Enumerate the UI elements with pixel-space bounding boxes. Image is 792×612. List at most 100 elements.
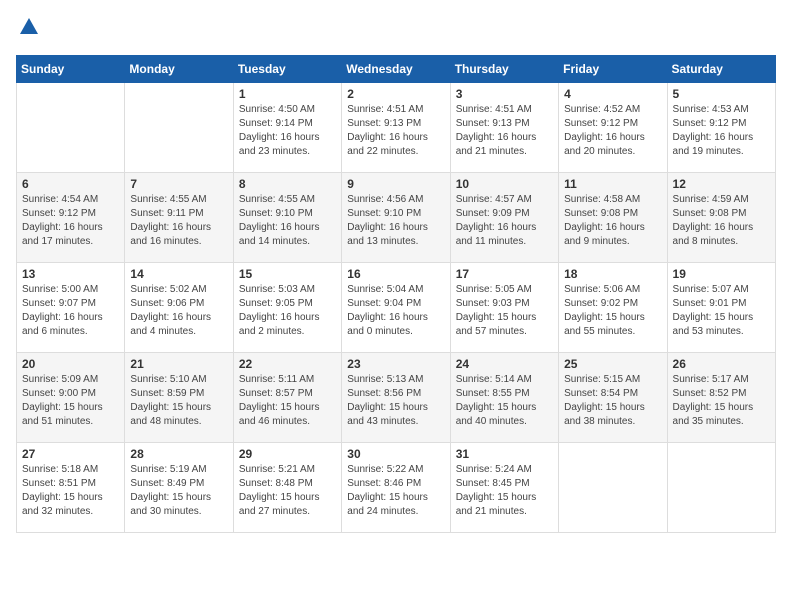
day-info: Sunrise: 5:05 AM Sunset: 9:03 PM Dayligh…	[456, 283, 553, 339]
day-info: Sunrise: 5:11 AM Sunset: 8:57 PM Dayligh…	[239, 373, 336, 429]
calendar-cell: 15 Sunrise: 5:03 AM Sunset: 9:05 PM Dayli…	[233, 263, 341, 353]
calendar-cell: 8 Sunrise: 4:55 AM Sunset: 9:10 PM Daylig…	[233, 173, 341, 263]
calendar-cell: 26 Sunrise: 5:17 AM Sunset: 8:52 PM Dayli…	[667, 353, 775, 443]
day-info: Sunrise: 4:52 AM Sunset: 9:12 PM Dayligh…	[564, 103, 661, 159]
day-number: 27	[22, 447, 119, 461]
day-number: 29	[239, 447, 336, 461]
day-number: 20	[22, 357, 119, 371]
day-info: Sunrise: 5:09 AM Sunset: 9:00 PM Dayligh…	[22, 373, 119, 429]
weekday-header-tuesday: Tuesday	[233, 56, 341, 83]
day-info: Sunrise: 5:06 AM Sunset: 9:02 PM Dayligh…	[564, 283, 661, 339]
day-info: Sunrise: 5:15 AM Sunset: 8:54 PM Dayligh…	[564, 373, 661, 429]
calendar-cell: 25 Sunrise: 5:15 AM Sunset: 8:54 PM Dayli…	[559, 353, 667, 443]
day-number: 6	[22, 177, 119, 191]
week-row-3: 20 Sunrise: 5:09 AM Sunset: 9:00 PM Dayli…	[17, 353, 776, 443]
day-info: Sunrise: 5:00 AM Sunset: 9:07 PM Dayligh…	[22, 283, 119, 339]
day-info: Sunrise: 4:58 AM Sunset: 9:08 PM Dayligh…	[564, 193, 661, 249]
calendar-cell: 7 Sunrise: 4:55 AM Sunset: 9:11 PM Daylig…	[125, 173, 233, 263]
calendar-cell	[17, 83, 125, 173]
day-info: Sunrise: 5:03 AM Sunset: 9:05 PM Dayligh…	[239, 283, 336, 339]
calendar-cell: 12 Sunrise: 4:59 AM Sunset: 9:08 PM Dayli…	[667, 173, 775, 263]
calendar-cell: 4 Sunrise: 4:52 AM Sunset: 9:12 PM Daylig…	[559, 83, 667, 173]
calendar-cell: 19 Sunrise: 5:07 AM Sunset: 9:01 PM Dayli…	[667, 263, 775, 353]
calendar-cell: 13 Sunrise: 5:00 AM Sunset: 9:07 PM Dayli…	[17, 263, 125, 353]
weekday-header-wednesday: Wednesday	[342, 56, 450, 83]
day-number: 1	[239, 87, 336, 101]
calendar-cell: 6 Sunrise: 4:54 AM Sunset: 9:12 PM Daylig…	[17, 173, 125, 263]
calendar-cell: 23 Sunrise: 5:13 AM Sunset: 8:56 PM Dayli…	[342, 353, 450, 443]
day-number: 23	[347, 357, 444, 371]
calendar-table: SundayMondayTuesdayWednesdayThursdayFrid…	[16, 55, 776, 533]
day-info: Sunrise: 5:21 AM Sunset: 8:48 PM Dayligh…	[239, 463, 336, 519]
weekday-header-row: SundayMondayTuesdayWednesdayThursdayFrid…	[17, 56, 776, 83]
calendar-cell: 20 Sunrise: 5:09 AM Sunset: 9:00 PM Dayli…	[17, 353, 125, 443]
day-number: 18	[564, 267, 661, 281]
day-number: 12	[673, 177, 770, 191]
calendar-cell: 11Sunrise: 4:58 AM Sunset: 9:08 PM Dayli…	[559, 173, 667, 263]
weekday-header-monday: Monday	[125, 56, 233, 83]
day-number: 8	[239, 177, 336, 191]
calendar-cell: 16Sunrise: 5:04 AM Sunset: 9:04 PM Dayli…	[342, 263, 450, 353]
weekday-header-sunday: Sunday	[17, 56, 125, 83]
day-number: 31	[456, 447, 553, 461]
calendar-cell	[125, 83, 233, 173]
day-info: Sunrise: 5:13 AM Sunset: 8:56 PM Dayligh…	[347, 373, 444, 429]
day-info: Sunrise: 5:19 AM Sunset: 8:49 PM Dayligh…	[130, 463, 227, 519]
header	[16, 16, 776, 43]
weekday-header-saturday: Saturday	[667, 56, 775, 83]
weekday-header-thursday: Thursday	[450, 56, 558, 83]
day-info: Sunrise: 5:18 AM Sunset: 8:51 PM Dayligh…	[22, 463, 119, 519]
day-number: 2	[347, 87, 444, 101]
calendar-cell: 2 Sunrise: 4:51 AM Sunset: 9:13 PM Daylig…	[342, 83, 450, 173]
day-number: 4	[564, 87, 661, 101]
day-number: 24	[456, 357, 553, 371]
day-number: 13	[22, 267, 119, 281]
day-number: 21	[130, 357, 227, 371]
day-number: 5	[673, 87, 770, 101]
day-number: 26	[673, 357, 770, 371]
day-info: Sunrise: 5:14 AM Sunset: 8:55 PM Dayligh…	[456, 373, 553, 429]
day-number: 19	[673, 267, 770, 281]
calendar-cell: 30Sunrise: 5:22 AM Sunset: 8:46 PM Dayli…	[342, 443, 450, 533]
logo-text	[16, 16, 40, 43]
day-info: Sunrise: 4:55 AM Sunset: 9:10 PM Dayligh…	[239, 193, 336, 249]
calendar-cell: 5 Sunrise: 4:53 AM Sunset: 9:12 PM Daylig…	[667, 83, 775, 173]
calendar-cell: 31 Sunrise: 5:24 AM Sunset: 8:45 PM Dayli…	[450, 443, 558, 533]
calendar-cell: 3 Sunrise: 4:51 AM Sunset: 9:13 PM Daylig…	[450, 83, 558, 173]
day-number: 14	[130, 267, 227, 281]
calendar-cell: 1 Sunrise: 4:50 AM Sunset: 9:14 PM Daylig…	[233, 83, 341, 173]
day-number: 3	[456, 87, 553, 101]
day-info: Sunrise: 4:51 AM Sunset: 9:13 PM Dayligh…	[456, 103, 553, 159]
day-number: 7	[130, 177, 227, 191]
day-number: 15	[239, 267, 336, 281]
day-info: Sunrise: 4:51 AM Sunset: 9:13 PM Dayligh…	[347, 103, 444, 159]
day-info: Sunrise: 4:56 AM Sunset: 9:10 PM Dayligh…	[347, 193, 444, 249]
day-info: Sunrise: 5:07 AM Sunset: 9:01 PM Dayligh…	[673, 283, 770, 339]
week-row-1: 6 Sunrise: 4:54 AM Sunset: 9:12 PM Daylig…	[17, 173, 776, 263]
day-info: Sunrise: 4:55 AM Sunset: 9:11 PM Dayligh…	[130, 193, 227, 249]
day-info: Sunrise: 5:24 AM Sunset: 8:45 PM Dayligh…	[456, 463, 553, 519]
day-number: 22	[239, 357, 336, 371]
calendar-cell: 21 Sunrise: 5:10 AM Sunset: 8:59 PM Dayli…	[125, 353, 233, 443]
calendar-cell: 22 Sunrise: 5:11 AM Sunset: 8:57 PM Dayli…	[233, 353, 341, 443]
day-info: Sunrise: 5:10 AM Sunset: 8:59 PM Dayligh…	[130, 373, 227, 429]
day-info: Sunrise: 4:53 AM Sunset: 9:12 PM Dayligh…	[673, 103, 770, 159]
day-info: Sunrise: 4:54 AM Sunset: 9:12 PM Dayligh…	[22, 193, 119, 249]
day-number: 9	[347, 177, 444, 191]
calendar-cell: 27 Sunrise: 5:18 AM Sunset: 8:51 PM Dayli…	[17, 443, 125, 533]
day-info: Sunrise: 4:57 AM Sunset: 9:09 PM Dayligh…	[456, 193, 553, 249]
day-info: Sunrise: 5:17 AM Sunset: 8:52 PM Dayligh…	[673, 373, 770, 429]
day-number: 17	[456, 267, 553, 281]
day-number: 25	[564, 357, 661, 371]
week-row-4: 27 Sunrise: 5:18 AM Sunset: 8:51 PM Dayli…	[17, 443, 776, 533]
calendar-cell: 29 Sunrise: 5:21 AM Sunset: 8:48 PM Dayli…	[233, 443, 341, 533]
calendar-cell	[559, 443, 667, 533]
day-number: 16	[347, 267, 444, 281]
calendar-cell: 18 Sunrise: 5:06 AM Sunset: 9:02 PM Dayli…	[559, 263, 667, 353]
day-info: Sunrise: 4:50 AM Sunset: 9:14 PM Dayligh…	[239, 103, 336, 159]
calendar-cell: 9 Sunrise: 4:56 AM Sunset: 9:10 PM Daylig…	[342, 173, 450, 263]
week-row-2: 13 Sunrise: 5:00 AM Sunset: 9:07 PM Dayli…	[17, 263, 776, 353]
calendar-cell: 17 Sunrise: 5:05 AM Sunset: 9:03 PM Dayli…	[450, 263, 558, 353]
day-info: Sunrise: 4:59 AM Sunset: 9:08 PM Dayligh…	[673, 193, 770, 249]
day-info: Sunrise: 5:22 AM Sunset: 8:46 PM Dayligh…	[347, 463, 444, 519]
